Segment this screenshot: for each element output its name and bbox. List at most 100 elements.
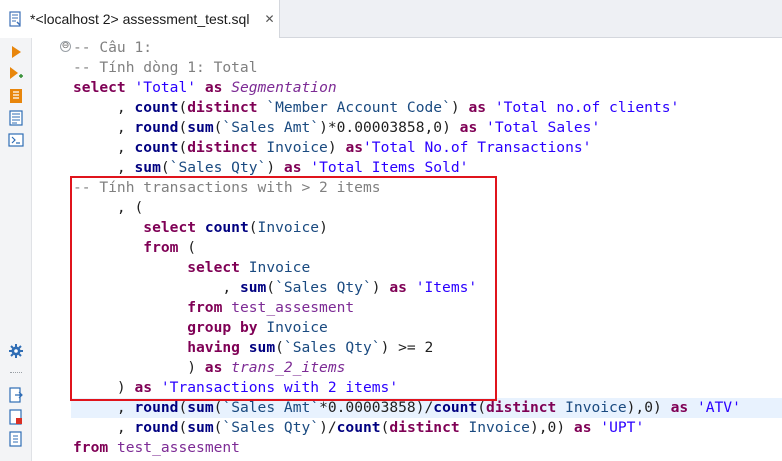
code-line[interactable]: , round(sum(`Sales Amt`)*0.00003858,0) a… [73,118,600,138]
code-token: Invoice [468,419,530,436]
code-token: count [433,399,478,416]
code-token: ( [178,139,188,156]
save-script-icon[interactable] [8,409,24,425]
code-token: ( [248,219,258,236]
code-token: `Sales Qty` [169,159,267,176]
code-token: , [73,399,135,416]
code-token: )/ [319,419,337,436]
code-token: distinct [187,99,258,116]
code-token: Invoice [257,219,320,236]
export-icon[interactable] [8,387,24,403]
code-line[interactable]: , round(sum(`Sales Qty`)/count(distinct … [73,418,644,438]
code-line[interactable]: ) as trans_2_items [73,358,345,378]
code-token: from [73,439,109,456]
code-token: group by [187,319,258,336]
execute-script-icon[interactable] [8,66,24,82]
code-token: sum [187,119,214,136]
code-token: test_assesment [231,299,355,316]
code-line[interactable]: select 'Total' as Segmentation [73,78,337,98]
code-line[interactable]: ) as 'Transactions with 2 items' [73,378,398,398]
code-token: as [204,359,223,376]
code-line[interactable]: from test_assesment [73,298,354,318]
code-token: -- Câu 1: [73,39,153,56]
code-token: ( [178,99,188,116]
code-line[interactable]: , count(distinct Invoice) as'Total No.of… [73,138,592,158]
code-token: trans_2_items [231,359,346,376]
sql-template-icon[interactable] [8,110,24,126]
code-token: Invoice [266,139,328,156]
code-token: `Member Account Code` [266,99,451,116]
code-token: ) [450,99,469,116]
code-line[interactable]: select count(Invoice) [73,218,328,238]
code-token: 'Transactions with 2 items' [160,379,399,396]
tab-assessment-test-sql[interactable]: *<localhost 2> assessment_test.sql ✕ [0,0,280,38]
execute-statement-icon[interactable] [8,44,24,60]
code-token: from [143,239,179,256]
code-line[interactable]: , sum(`Sales Qty`) as 'Total Items Sold' [73,158,469,178]
code-token: ),0) [529,419,574,436]
code-line[interactable]: -- Câu 1: [73,38,152,58]
code-token: having [187,339,240,356]
code-token: ( [160,159,170,176]
sql-file-icon [8,11,24,27]
open-file-icon[interactable] [8,431,24,447]
code-token: test_assesment [116,439,240,456]
code-token: ),0) [626,399,671,416]
code-token: as [670,399,689,416]
code-token: , [73,279,240,296]
code-token: 'Total no.of clients' [494,99,680,116]
code-line[interactable]: having sum(`Sales Qty`) >= 2 [73,338,433,358]
code-token: , [73,139,135,156]
fold-toggle-icon[interactable]: ⊖ [60,41,71,52]
code-line[interactable]: -- Tính transactions with > 2 items [73,178,381,198]
explain-plan-icon[interactable] [8,88,24,104]
code-token: Invoice [248,259,311,276]
code-token: ) [73,359,205,376]
code-line[interactable]: , ( [73,198,143,218]
code-token: ( [178,399,188,416]
code-token: round [134,399,179,416]
code-token: sum [134,159,161,176]
code-token: as [459,119,478,136]
code-line[interactable]: , count(distinct `Member Account Code`) … [73,98,679,118]
code-token: sum [239,279,267,296]
code-line[interactable]: , sum(`Sales Qty`) as 'Items' [73,278,477,298]
code-token: as [345,139,364,156]
code-line[interactable]: select Invoice [73,258,310,278]
close-icon[interactable]: ✕ [261,11,277,27]
code-line[interactable]: -- Tính dòng 1: Total [73,58,258,78]
code-line[interactable]: group by Invoice [73,318,328,338]
terminal-icon[interactable] [8,132,24,148]
code-token: distinct [187,139,258,156]
code-token: as [389,279,407,296]
code-line[interactable]: from test_assesment [73,438,240,458]
code-token: ) [371,279,390,296]
code-token: ( [266,279,276,296]
sql-editor[interactable]: ⊖ -- Câu 1: -- Tính dòng 1: Total select '… [33,38,782,461]
code-token: `Sales Amt` [222,119,320,136]
code-line[interactable]: from ( [73,238,196,258]
code-token: Invoice [565,399,627,416]
code-token: from [187,299,223,316]
code-token: select [73,79,126,96]
settings-icon[interactable] [8,343,24,359]
code-token: , [73,99,135,116]
code-line-current[interactable]: , round(sum(`Sales Amt`*0.00003858)/coun… [71,398,782,418]
code-token: as [468,99,487,116]
code-token: , ( [73,199,144,216]
